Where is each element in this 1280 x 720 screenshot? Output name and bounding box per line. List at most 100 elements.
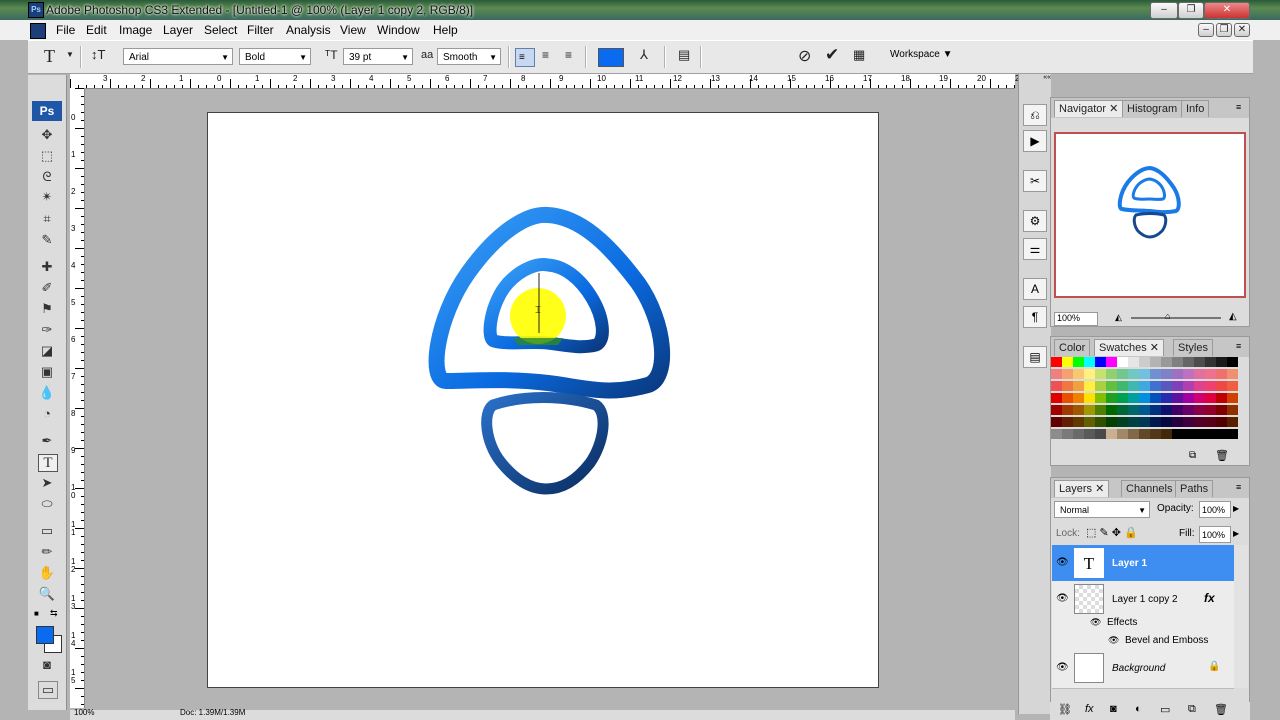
layer-comps-icon[interactable]: ▤ [1023, 346, 1047, 368]
color-swatch[interactable] [1073, 417, 1084, 427]
color-swatch[interactable] [1205, 429, 1216, 439]
lock-icons[interactable]: ⬚ ✎ ✥ 🔒 [1086, 526, 1138, 539]
new-layer-icon[interactable]: ⧉ [1188, 703, 1196, 716]
lasso-tool-icon[interactable]: ᘓ [38, 169, 56, 185]
color-swatch[interactable] [1194, 393, 1205, 403]
effects-eye-icon[interactable]: 👁 [1090, 617, 1101, 628]
color-swatch[interactable] [1095, 369, 1106, 379]
fill-arrow-icon[interactable]: ▶ [1233, 529, 1239, 538]
foreground-color[interactable] [36, 626, 54, 644]
color-swatch[interactable] [1095, 405, 1106, 415]
color-swatch[interactable] [1073, 381, 1084, 391]
ps-badge[interactable]: Ps [32, 101, 62, 121]
color-swatch[interactable] [1139, 417, 1150, 427]
color-swatch[interactable] [1183, 381, 1194, 391]
color-swatch[interactable] [1150, 369, 1161, 379]
color-swatch[interactable] [1194, 417, 1205, 427]
color-swatch[interactable] [1150, 405, 1161, 415]
color-swatch[interactable] [1172, 381, 1183, 391]
color-swatch[interactable] [1128, 417, 1139, 427]
color-swatch[interactable] [1183, 417, 1194, 427]
color-swatch[interactable] [1194, 381, 1205, 391]
color-swatch[interactable] [1183, 369, 1194, 379]
color-swatch[interactable] [1106, 417, 1117, 427]
photoshop-app-icon[interactable]: Ps [28, 2, 44, 18]
minimize-button[interactable]: – [1150, 2, 1178, 19]
history-icon[interactable]: ⎌ [1023, 104, 1047, 126]
color-swatch[interactable] [1084, 369, 1095, 379]
menu-window[interactable]: Window [377, 23, 420, 37]
color-swatch[interactable] [1161, 357, 1172, 367]
color-swatch[interactable] [1172, 369, 1183, 379]
tool-presets-icon[interactable]: ✂ [1023, 170, 1047, 192]
opacity-arrow-icon[interactable]: ▶ [1233, 504, 1239, 513]
align-left-button[interactable]: ≡ [515, 48, 535, 67]
color-swatch[interactable] [1194, 369, 1205, 379]
color-swatch[interactable] [1117, 393, 1128, 403]
color-swatch[interactable] [1095, 393, 1106, 403]
menu-analysis[interactable]: Analysis [286, 23, 331, 37]
color-swatch[interactable] [1106, 369, 1117, 379]
paragraph-icon[interactable]: ¶ [1023, 306, 1047, 328]
color-swatch[interactable] [1117, 429, 1128, 439]
crop-tool-icon[interactable]: ⌗ [38, 211, 56, 227]
color-swatch[interactable] [1062, 417, 1073, 427]
visibility-eye-icon[interactable]: 👁 [1056, 593, 1069, 604]
marquee-tool-icon[interactable]: ⬚ [38, 148, 56, 164]
clone-source-icon[interactable]: ⚌ [1023, 238, 1047, 260]
new-swatch-icon[interactable]: ⧉ [1189, 450, 1196, 461]
gradient-tool-icon[interactable]: ▣ [38, 364, 56, 380]
color-swatch[interactable] [1150, 381, 1161, 391]
dodge-tool-icon[interactable]: ◔ [38, 406, 56, 422]
menu-file[interactable]: File [56, 23, 75, 37]
doc-minimize-button[interactable]: – [1198, 23, 1214, 37]
color-swatch[interactable] [1227, 369, 1238, 379]
cancel-edit-icon[interactable]: ⊘ [798, 46, 811, 66]
menu-help[interactable]: Help [433, 23, 458, 37]
bevel-eye-icon[interactable]: 👁 [1108, 635, 1119, 646]
layers-scrollbar[interactable] [1234, 545, 1248, 688]
color-swatch[interactable] [1216, 357, 1227, 367]
color-swatch[interactable] [1227, 417, 1238, 427]
new-group-icon[interactable]: ▭ [1160, 703, 1170, 716]
font-family-select[interactable]: Arial ▼ [123, 48, 233, 65]
color-swatch[interactable] [1051, 417, 1062, 427]
delete-swatch-icon[interactable]: 🗑 [1215, 449, 1229, 462]
color-swatch[interactable] [1051, 381, 1062, 391]
tab-paths[interactable]: Paths [1175, 480, 1214, 497]
color-swatch[interactable] [1161, 369, 1172, 379]
color-swatch[interactable] [1161, 405, 1172, 415]
color-swatch[interactable] [1051, 405, 1062, 415]
color-swatch[interactable] [1139, 381, 1150, 391]
color-swatch[interactable] [1117, 417, 1128, 427]
color-swatch[interactable] [1139, 429, 1150, 439]
panel-menu-icon[interactable]: ≡ [1236, 482, 1241, 492]
quick-mask-icon[interactable]: ◙ [38, 657, 56, 673]
color-swatch[interactable] [1095, 357, 1106, 367]
visibility-eye-icon[interactable]: 👁 [1056, 662, 1069, 673]
pen-tool-icon[interactable]: ✒ [38, 433, 56, 449]
dock-collapse-icon[interactable]: «« [1019, 74, 1051, 84]
color-swatch[interactable] [1161, 393, 1172, 403]
font-style-select[interactable]: Bold ▼ [239, 48, 311, 65]
color-swatch[interactable] [1117, 357, 1128, 367]
antialias-select[interactable]: Smooth ▼ [437, 48, 501, 65]
color-swatch[interactable] [1128, 369, 1139, 379]
color-swatch[interactable] [1117, 405, 1128, 415]
menu-view[interactable]: View [340, 23, 366, 37]
color-swatch[interactable] [1128, 405, 1139, 415]
tab-styles[interactable]: Styles [1173, 339, 1213, 356]
color-swatch[interactable] [1095, 429, 1106, 439]
color-swatch[interactable] [1183, 429, 1194, 439]
color-swatch[interactable] [1205, 405, 1216, 415]
color-swatch[interactable] [1084, 381, 1095, 391]
color-swatch[interactable] [1227, 429, 1238, 439]
color-swatch[interactable] [1062, 393, 1073, 403]
color-swatch[interactable] [1216, 405, 1227, 415]
workspace-menu[interactable]: Workspace ▼ [890, 49, 953, 60]
color-swatch[interactable] [1073, 357, 1084, 367]
color-swatch[interactable] [1106, 357, 1117, 367]
screen-mode-icon[interactable]: ▭ [38, 681, 58, 699]
navigator-zoom-input[interactable]: 100% [1054, 312, 1098, 326]
color-swatch[interactable] [1084, 417, 1095, 427]
